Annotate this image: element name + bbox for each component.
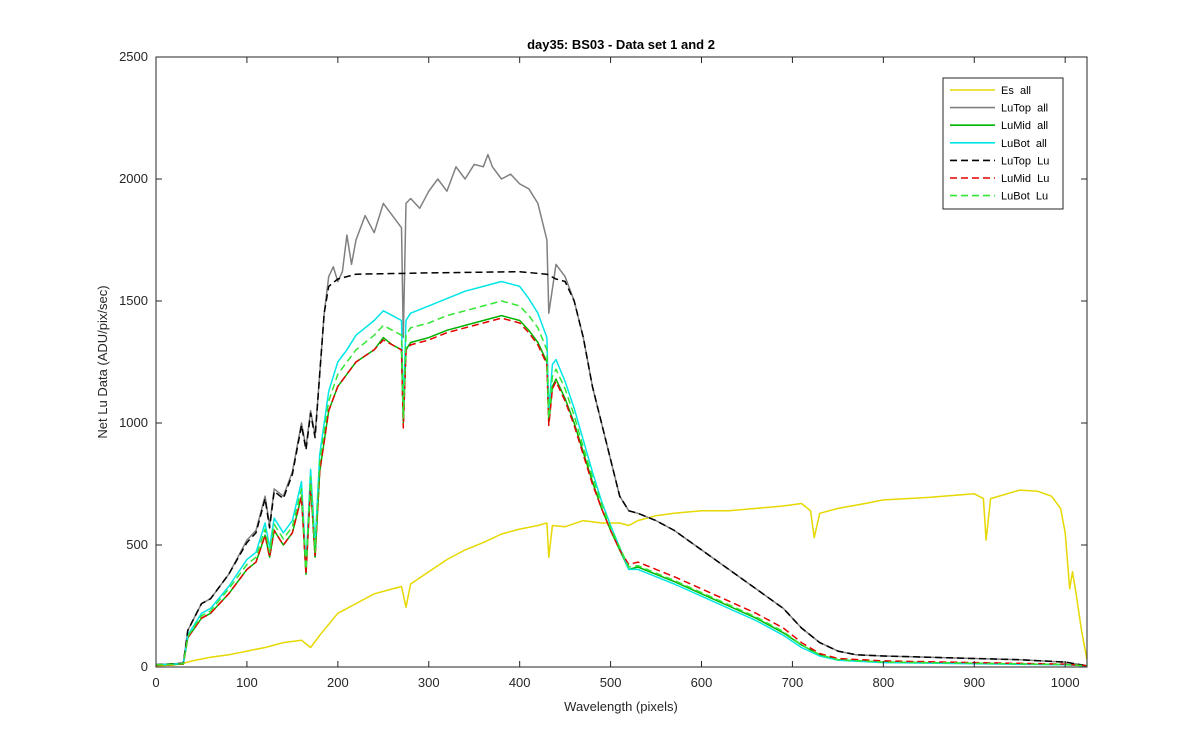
x-tick-label: 200	[327, 675, 349, 690]
x-tick-label: 300	[418, 675, 440, 690]
y-tick-label: 1500	[119, 293, 148, 308]
x-tick-label: 1000	[1051, 675, 1080, 690]
legend-entry-3: LuMid all	[1001, 120, 1048, 132]
line-chart: day35: BS03 - Data set 1 and 2 0 100 200 30…	[95, 37, 1088, 714]
x-axis-label: Wavelength (pixels)	[564, 699, 678, 714]
y-tick-label: 2000	[119, 171, 148, 186]
x-tick-label: 400	[509, 675, 531, 690]
x-tick-label: 100	[236, 675, 258, 690]
x-tick-label: 600	[691, 675, 713, 690]
legend-entry-5: LuTop Lu	[1001, 155, 1049, 167]
legend-entry-6: LuMid Lu	[1001, 173, 1049, 185]
y-tick-label: 0	[141, 659, 148, 674]
legend-entry-4: LuBot all	[1001, 138, 1047, 150]
x-tick-label: 900	[963, 675, 985, 690]
legend-entry-7: LuBot Lu	[1001, 191, 1048, 203]
x-tick-label: 800	[872, 675, 894, 690]
chart-container: day35: BS03 - Data set 1 and 2 0 100 200 30…	[0, 0, 1200, 750]
chart-title: day35: BS03 - Data set 1 and 2	[527, 37, 715, 52]
y-tick-label: 1000	[119, 415, 148, 430]
x-tick-label: 500	[600, 675, 622, 690]
legend-entry-1: Es all	[1001, 85, 1031, 97]
legend: Es all LuTop all LuMid all LuBot all LuTop L…	[942, 77, 1064, 210]
legend-entry-2: LuTop all	[1001, 103, 1048, 115]
x-tick-label: 0	[152, 675, 159, 690]
y-tick-label: 500	[126, 537, 148, 552]
x-tick-label: 700	[782, 675, 804, 690]
y-axis-label: Net Lu Data (ADU/pix/sec)	[95, 285, 110, 438]
y-tick-label: 2500	[119, 49, 148, 64]
